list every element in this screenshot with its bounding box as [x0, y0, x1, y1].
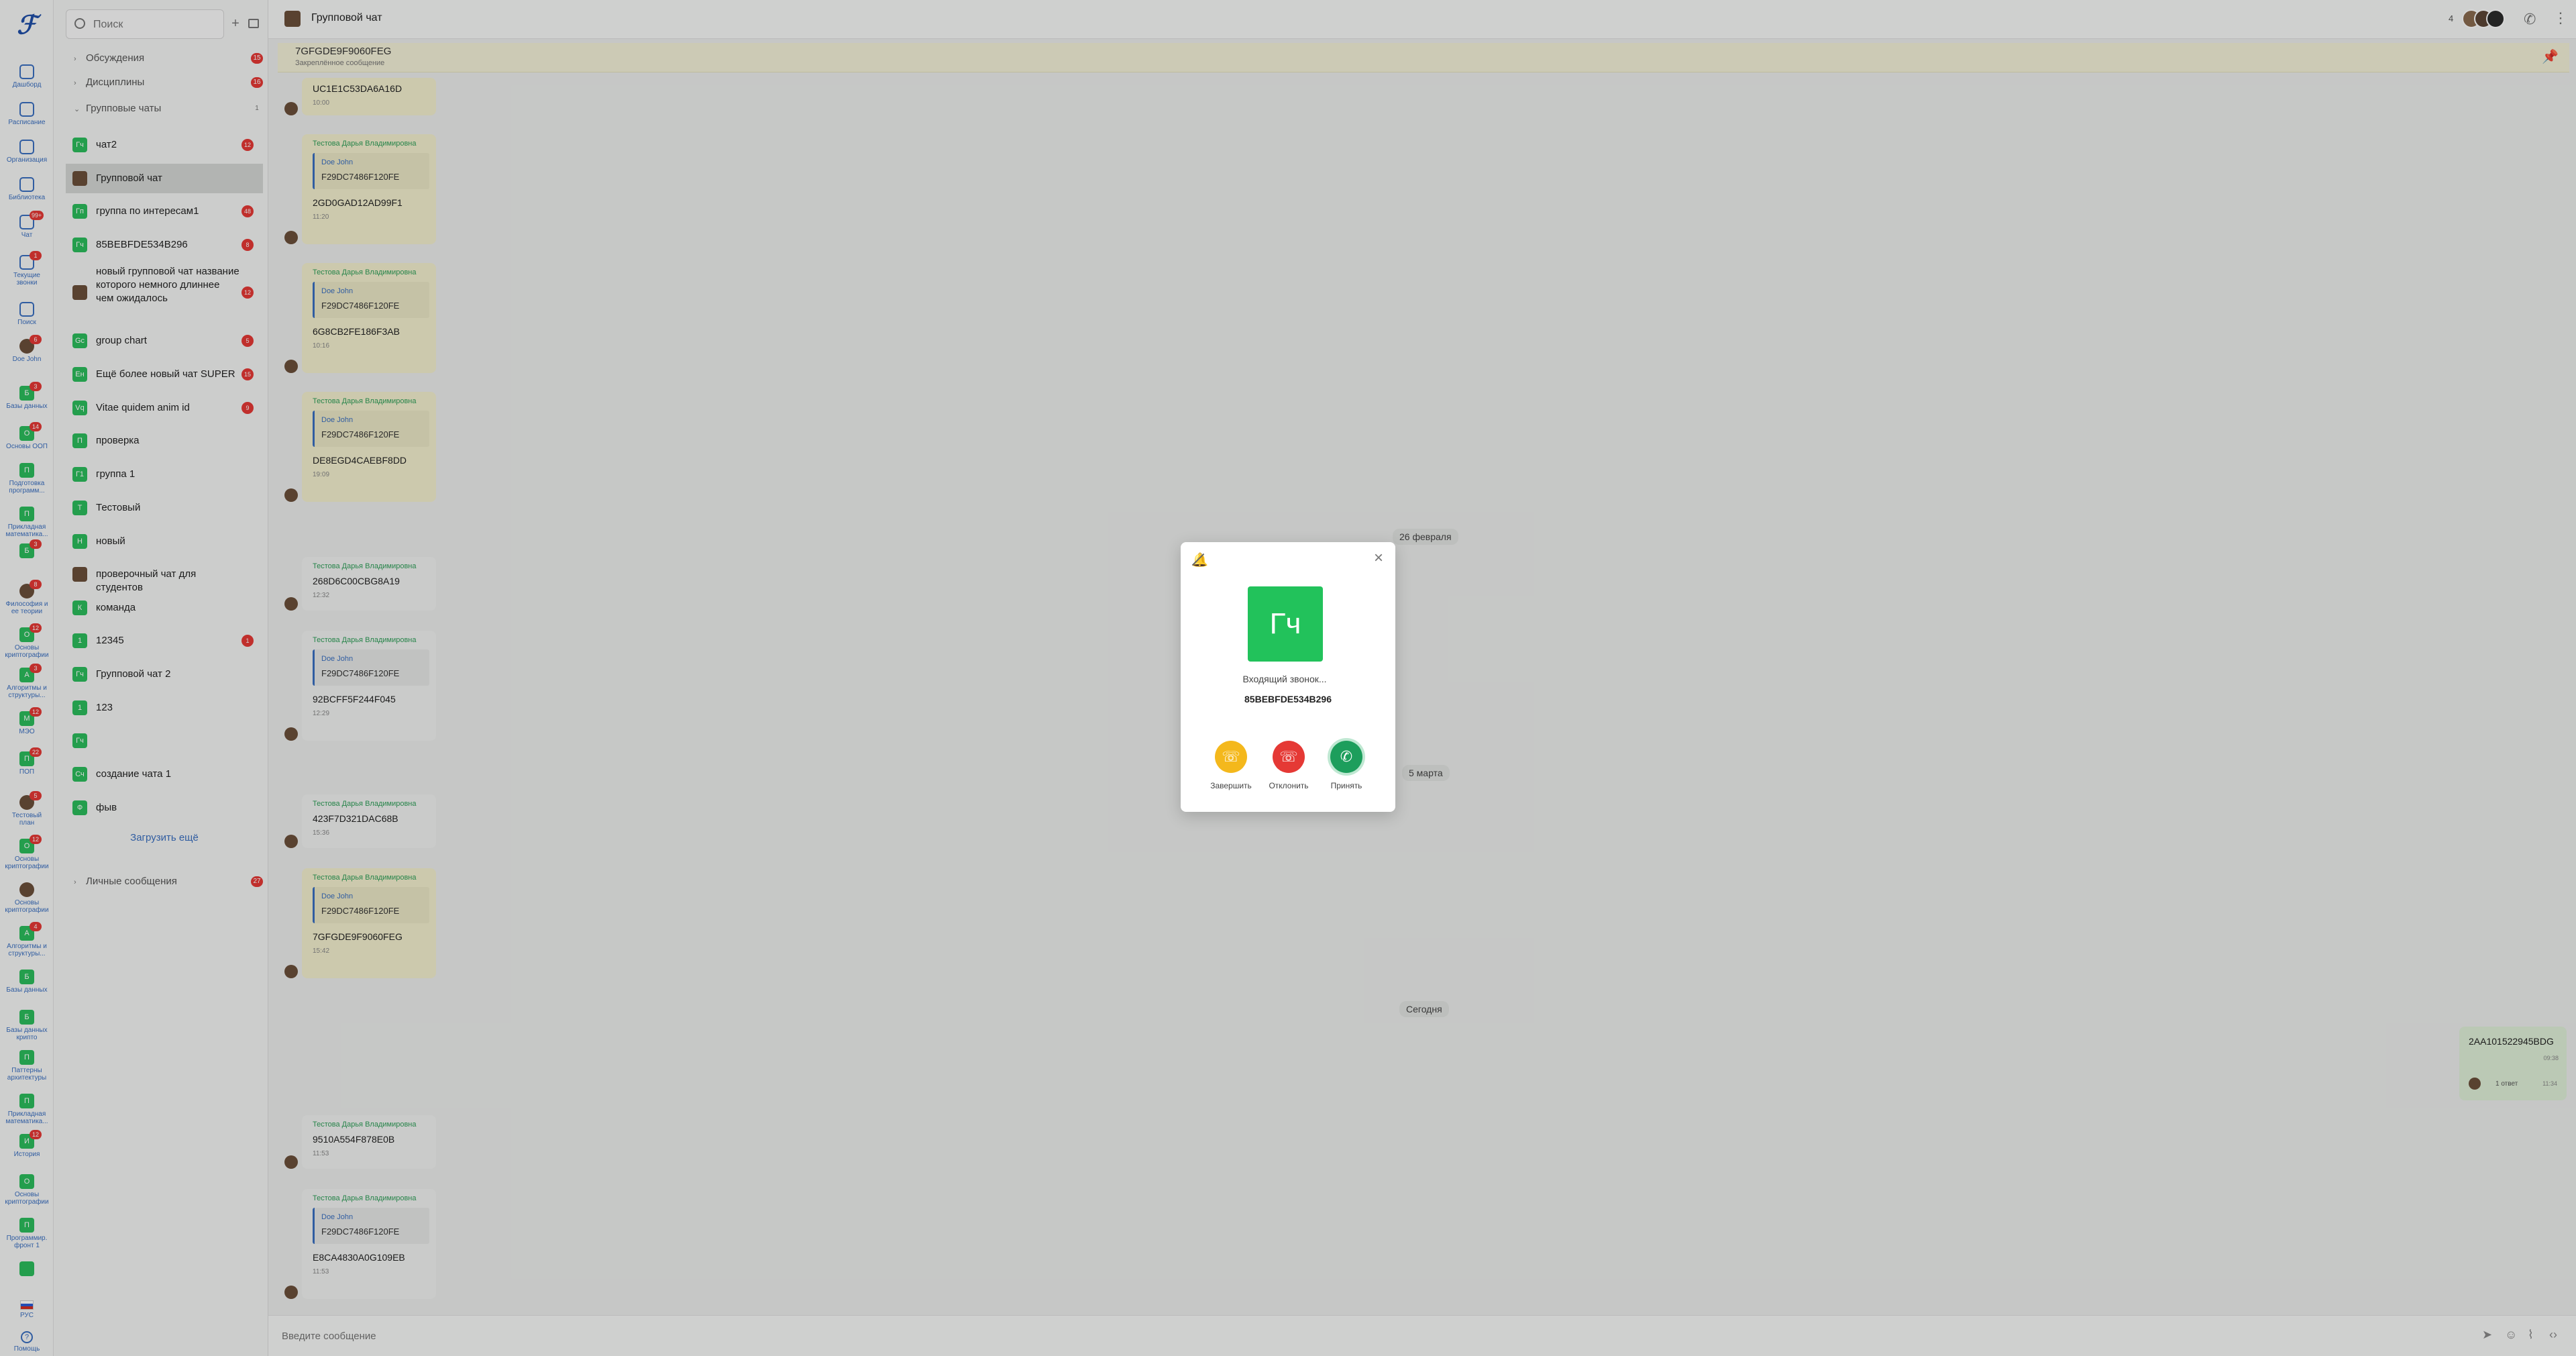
caller-avatar: Гч: [1248, 586, 1323, 662]
accept-call-label: Принять: [1330, 781, 1362, 790]
end-call-label: Завершить: [1210, 781, 1252, 790]
end-call-button[interactable]: ☏: [1215, 741, 1247, 773]
end-call-action: ☏ Завершить: [1208, 741, 1254, 790]
phone-icon: ✆: [1340, 748, 1353, 765]
accept-call-button[interactable]: ✆: [1330, 741, 1362, 773]
phone-hangup-icon: ☏: [1279, 748, 1298, 765]
incoming-call-dialog: 🔔 × Гч Входящий звонок... 85BEBFDE534B29…: [1181, 542, 1395, 812]
decline-call-label: Отклонить: [1269, 781, 1309, 790]
phone-hangup-icon: ☏: [1222, 748, 1240, 765]
accept-call-action: ✆ Принять: [1323, 741, 1370, 790]
caller-name: 85BEBFDE534B296: [1244, 694, 1332, 705]
decline-call-button[interactable]: ☏: [1273, 741, 1305, 773]
bell-off-icon[interactable]: 🔔: [1191, 552, 1208, 568]
decline-call-action: ☏ Отклонить: [1265, 741, 1312, 790]
call-status: Входящий звонок...: [1242, 674, 1327, 684]
close-icon[interactable]: ×: [1374, 549, 1383, 568]
